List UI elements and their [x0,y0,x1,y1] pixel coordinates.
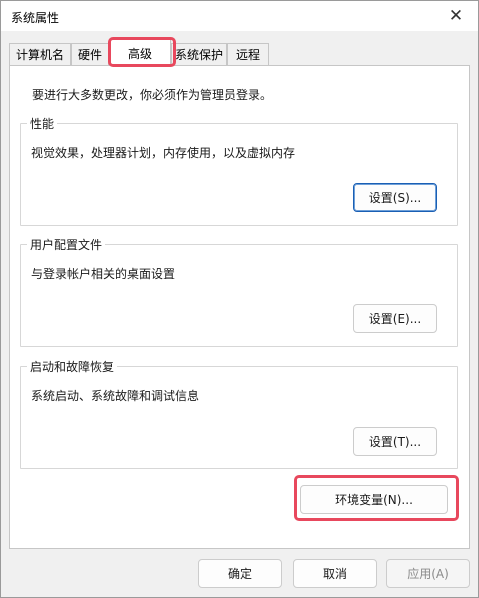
performance-legend: 性能 [27,115,58,132]
window-title: 系统属性 [11,11,60,25]
user-profiles-settings-button[interactable]: 设置(E)... [353,304,437,333]
tab-highlight-annotation [108,37,176,67]
user-profiles-group: 用户配置文件 与登录帐户相关的桌面设置 设置(E)... [20,236,458,347]
ok-button[interactable]: 确定 [198,559,282,588]
admin-notice: 要进行大多数更改，你必须作为管理员登录。 [32,88,273,102]
cancel-button[interactable]: 取消 [293,559,377,588]
user-profiles-description: 与登录帐户相关的桌面设置 [31,267,176,281]
tab-label: 计算机名 [15,48,64,62]
tab-label: 远程 [235,48,260,62]
user-profiles-legend: 用户配置文件 [27,236,106,253]
startup-recovery-settings-button[interactable]: 设置(T)... [353,427,437,456]
tab-system-protection[interactable]: 系统保护 [171,43,227,65]
tab-hardware[interactable]: 硬件 [71,43,109,65]
performance-settings-button[interactable]: 设置(S)... [353,183,437,212]
tab-label: 系统保护 [174,48,223,62]
tab-strip: 计算机名 硬件 高级 系统保护 远程 [1,31,478,66]
dialog-footer: 确定 取消 应用(A) [1,550,478,597]
close-icon[interactable]: ✕ [434,1,478,31]
env-button-highlight-annotation [294,475,459,521]
tab-remote[interactable]: 远程 [227,43,269,65]
apply-button[interactable]: 应用(A) [386,559,470,588]
startup-recovery-legend: 启动和故障恢复 [27,358,118,375]
performance-description: 视觉效果，处理器计划，内存使用，以及虚拟内存 [31,146,296,160]
startup-recovery-description: 系统启动、系统故障和调试信息 [31,389,200,403]
system-properties-window: 系统属性 ✕ 计算机名 硬件 高级 系统保护 远程 要进行大多数更改，你必须作为… [0,0,479,598]
startup-recovery-group: 启动和故障恢复 系统启动、系统故障和调试信息 设置(T)... [20,358,458,469]
tab-computer-name[interactable]: 计算机名 [9,43,71,65]
performance-group: 性能 视觉效果，处理器计划，内存使用，以及虚拟内存 设置(S)... [20,115,458,226]
title-bar[interactable]: 系统属性 ✕ [1,1,478,31]
tab-label: 硬件 [77,48,102,62]
